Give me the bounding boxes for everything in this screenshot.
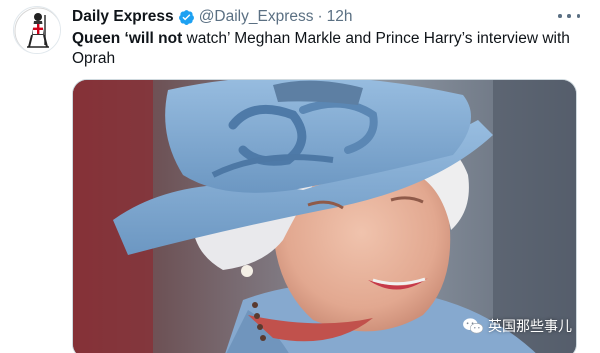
tweet-timestamp[interactable]: 12h bbox=[327, 8, 353, 26]
more-options-icon[interactable] bbox=[558, 8, 580, 24]
tweet-header: Daily Express @Daily_Express · 12h bbox=[72, 7, 353, 27]
queen-photo bbox=[73, 80, 576, 353]
watermark: 英国那些事儿 bbox=[462, 315, 572, 337]
separator-dot: · bbox=[317, 8, 323, 25]
tweet[interactable]: Daily Express @Daily_Express · 12h Queen… bbox=[0, 0, 600, 353]
tweet-text: Queen ‘will not watch’ Meghan Markle and… bbox=[72, 29, 582, 69]
author-name[interactable]: Daily Express bbox=[72, 8, 174, 26]
author-handle[interactable]: @Daily_Express bbox=[199, 8, 314, 26]
verified-badge-icon bbox=[178, 9, 194, 25]
daily-express-crusader-logo bbox=[14, 7, 60, 53]
wechat-icon bbox=[463, 318, 484, 334]
headline-bold-will-not: ‘will not bbox=[124, 30, 183, 47]
link-card-image[interactable] bbox=[72, 79, 577, 353]
headline-bold-queen: Queen bbox=[72, 30, 125, 47]
author-avatar[interactable] bbox=[13, 6, 61, 54]
watermark-text: 英国那些事儿 bbox=[488, 318, 572, 334]
